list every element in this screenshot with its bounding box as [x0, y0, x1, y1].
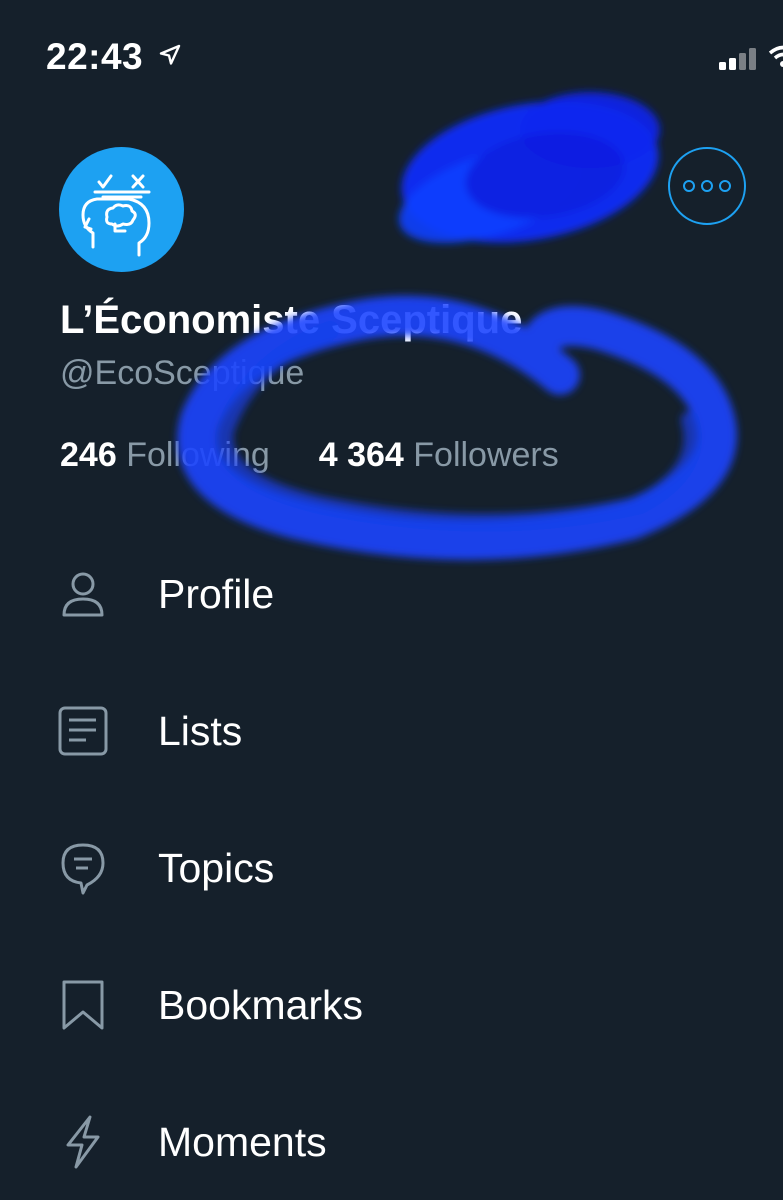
avatar[interactable]: [59, 147, 184, 272]
menu-item-label: Profile: [158, 571, 275, 617]
menu-item-label: Bookmarks: [158, 982, 364, 1028]
side-menu: Profile Lists Topics Bookmarks Moments: [0, 525, 783, 1200]
status-time: 22:43: [46, 36, 144, 77]
display-name: L’Économiste Sceptique: [60, 298, 523, 342]
followers-link[interactable]: 4 364 Followers: [319, 436, 559, 474]
menu-item-bookmarks[interactable]: Bookmarks: [0, 936, 783, 1073]
followers-label: Followers: [413, 436, 559, 474]
circle-scribble: [177, 295, 737, 560]
brain-head-logo-icon: [81, 174, 151, 257]
dot-icon: [719, 180, 731, 192]
bookmark-icon: [62, 980, 104, 1030]
menu-item-profile[interactable]: Profile: [0, 525, 783, 662]
dot-icon: [701, 180, 713, 192]
menu-item-moments[interactable]: Moments: [0, 1073, 783, 1200]
dot-icon: [683, 180, 695, 192]
wifi-icon: [768, 45, 783, 67]
menu-item-lists[interactable]: Lists: [0, 662, 783, 799]
following-link[interactable]: 246 Following: [60, 436, 279, 474]
more-options-button[interactable]: [668, 147, 746, 225]
followers-count: 4 364: [318, 436, 404, 474]
following-count: 246: [60, 436, 117, 474]
following-label: Following: [126, 436, 270, 474]
follow-stats: 246 Following 4 364 Followers: [60, 436, 559, 475]
menu-item-label: Topics: [158, 845, 275, 891]
topics-icon: [61, 843, 105, 895]
menu-item-label: Moments: [158, 1119, 327, 1165]
handle: @EcoSceptique: [60, 354, 305, 392]
status-bar: 22:43: [0, 0, 783, 110]
menu-item-label: Lists: [158, 708, 243, 754]
lightning-icon: [66, 1115, 100, 1169]
menu-item-topics[interactable]: Topics: [0, 799, 783, 936]
location-arrow-icon: [159, 44, 181, 65]
list-icon: [58, 706, 108, 756]
cellular-signal-icon: [719, 48, 756, 70]
person-icon: [62, 572, 104, 617]
